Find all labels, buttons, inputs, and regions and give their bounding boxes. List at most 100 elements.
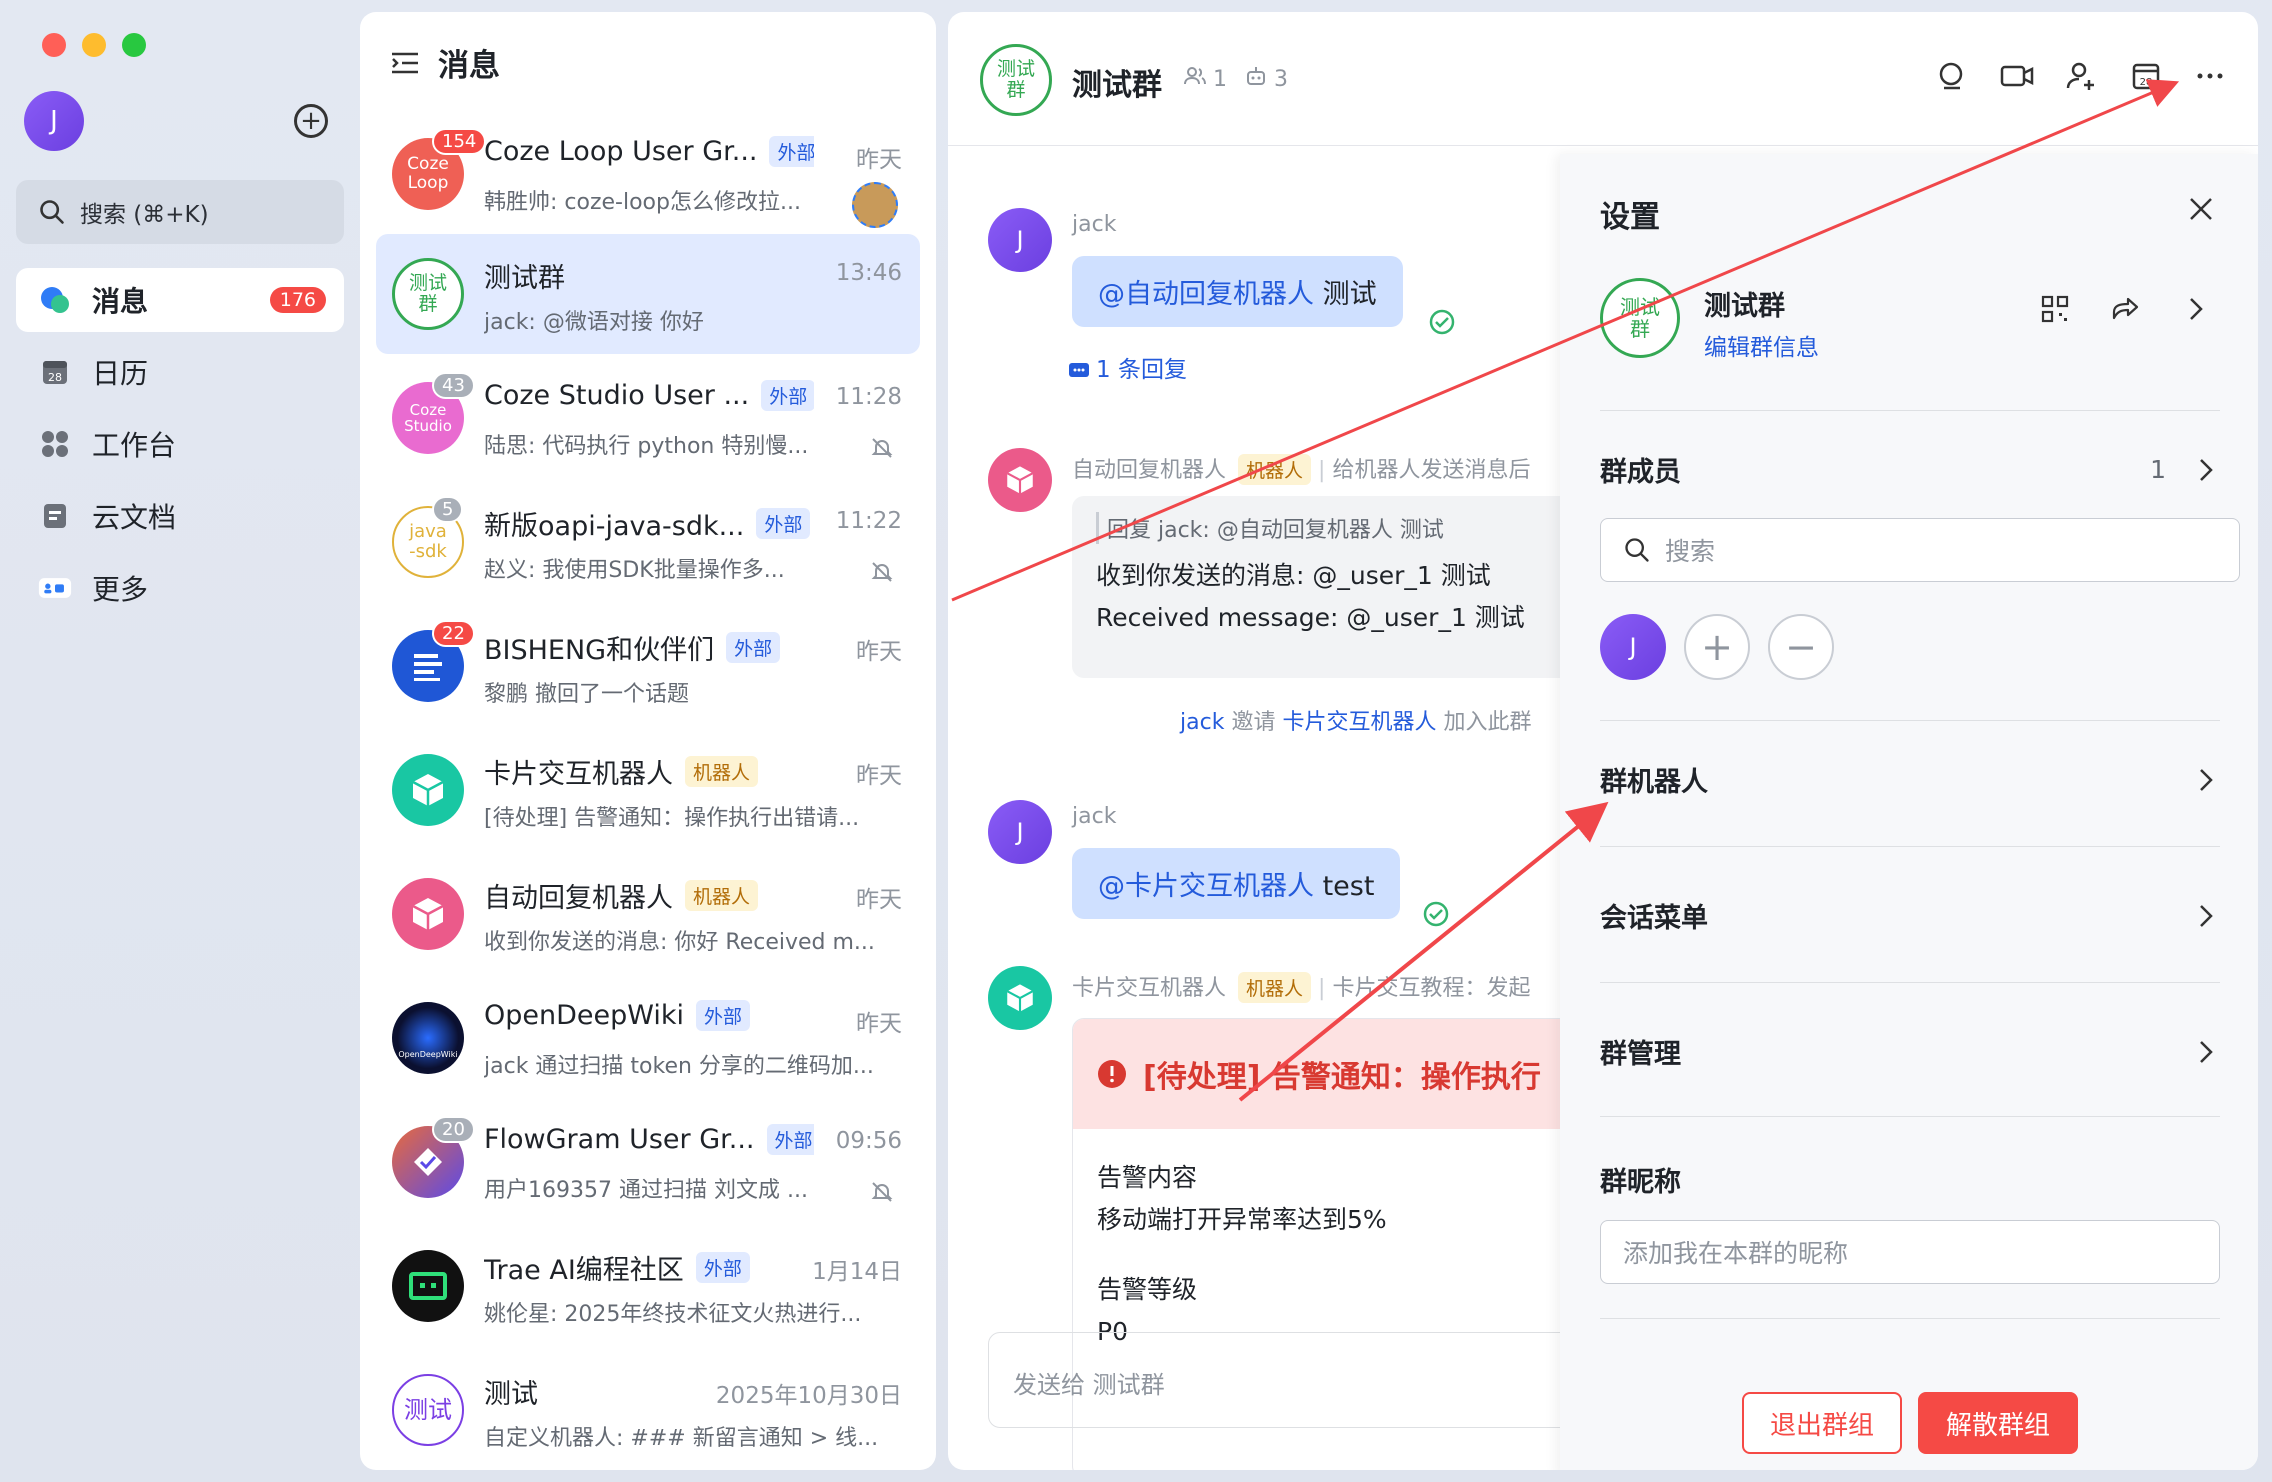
search-chat-icon[interactable] [1936, 60, 1968, 92]
conversation-preview: 姚伦星: 2025年终技术征文火热进行... [484, 1302, 862, 1327]
group-bots-row[interactable]: 群机器人 [1600, 760, 2220, 799]
group-nickname-input[interactable]: 添加我在本群的昵称 [1600, 1220, 2220, 1284]
share-icon[interactable] [2110, 294, 2140, 324]
nav-item-docs[interactable]: 云文档 [16, 484, 344, 548]
workspace-grid-icon [38, 427, 72, 461]
nav-label-calendar: 日历 [92, 357, 149, 390]
group-members-row[interactable]: 群成员 1 [1600, 450, 2220, 489]
thread-reply-link[interactable]: 1 条回复 [1068, 350, 1187, 384]
chat-menu-label: 会话菜单 [1600, 903, 1708, 934]
member-avatar[interactable]: J [1600, 614, 1666, 680]
message-sender-row: 自动回复机器人 机器人 | 给机器人发送消息后 [1072, 452, 1530, 485]
read-check-icon [1429, 309, 1455, 335]
chat-meta: 1 3 [1184, 66, 1288, 92]
chat-toolbar: 28 [1936, 60, 2226, 92]
conversation-item[interactable]: 测试 测试 2025年10月30日 自定义机器人: ### 新留言通知 > 线.… [376, 1350, 920, 1470]
conversation-preview: 赵义: 我使用SDK批量操作多... [484, 558, 785, 583]
bot-count[interactable]: 3 [1245, 66, 1288, 92]
chevron-right-icon [2200, 904, 2213, 927]
nav-label-workspace: 工作台 [92, 429, 177, 462]
conversation-time: 1月14日 [812, 1259, 902, 1285]
settings-group-avatar[interactable]: 测试群 [1600, 278, 1680, 358]
minimize-window-button[interactable] [82, 33, 106, 57]
group-manage-row[interactable]: 群管理 [1600, 1032, 2220, 1071]
sys-tail: 加入此群 [1443, 710, 1532, 735]
close-icon[interactable] [2186, 194, 2216, 224]
conversation-item[interactable]: java -sdk 5 新版oapi-java-sdk... 外部 11:22 赵义… [376, 482, 920, 602]
message-avatar[interactable] [988, 448, 1052, 512]
conversation-item[interactable]: Trae AI编程社区 外部 1月14日 姚伦星: 2025年终技术征文火热进行.… [376, 1226, 920, 1346]
conversation-preview: 陆思: 代码执行 python 特别慢... [484, 434, 809, 459]
mute-bell-icon [871, 562, 893, 582]
message-avatar[interactable]: J [988, 208, 1052, 272]
group-nickname-label: 群昵称 [1600, 1167, 1681, 1198]
message-avatar[interactable]: J [988, 800, 1052, 864]
chat-group-avatar[interactable]: 测试群 [980, 44, 1052, 116]
group-manage-label: 群管理 [1600, 1039, 1681, 1070]
conversation-item[interactable]: Coze Studio 43 Coze Studio User ... 外部 11:… [376, 358, 920, 478]
dissolve-group-button[interactable]: 解散群组 [1918, 1392, 2078, 1454]
conversation-item[interactable]: Coze Loop 154 Coze Loop User Gr... 外部 昨天 韩… [376, 114, 920, 234]
conversation-item[interactable]: 22 BISHENG和伙伴们 外部 昨天 黎鹏 撤回了一个话题 [376, 606, 920, 726]
plus-icon: + [300, 106, 322, 136]
edit-group-info-link[interactable]: 编辑群信息 [1704, 328, 1819, 362]
nav-item-messages[interactable]: 消息 176 [16, 268, 344, 332]
nav-item-more[interactable]: 更多 [16, 556, 344, 620]
message-input-placeholder: 发送给 测试群 [1013, 1371, 1165, 1399]
video-call-icon[interactable] [2000, 60, 2034, 92]
add-member-icon[interactable] [2066, 60, 2098, 92]
conversation-name: 自动回复机器人 机器人 [484, 876, 759, 915]
qr-code-icon[interactable] [2040, 294, 2070, 324]
bot-reply-card[interactable]: 回复 jack: @自动回复机器人 测试 收到你发送的消息: @_user_1 … [1072, 496, 1592, 678]
divider [1600, 410, 2220, 411]
more-options-icon[interactable] [2194, 60, 2226, 92]
bot-icon [1247, 67, 1265, 85]
conversation-preview: jack 通过扫描 token 分享的二维码加... [484, 1054, 874, 1079]
add-member-button[interactable]: + [1684, 614, 1750, 680]
member-search-placeholder: 搜索 [1665, 537, 1716, 566]
zoom-window-button[interactable] [122, 33, 146, 57]
conversation-name: 测试群 [484, 263, 565, 294]
conversation-preview: [待处理] 告警通知：操作执行出错请... [484, 806, 860, 831]
mention[interactable]: @自动回复机器人 [1098, 279, 1314, 310]
chat-menu-row[interactable]: 会话菜单 [1600, 896, 2220, 935]
conversation-item[interactable]: 20 FlowGram User Gr... 外部 09:56 用户169357 … [376, 1102, 920, 1222]
remove-member-button[interactable]: − [1768, 614, 1834, 680]
nav-item-calendar[interactable]: 28 日历 [16, 340, 344, 404]
global-search[interactable]: 搜索 (⌘+K) [16, 180, 344, 244]
read-check-icon [1423, 901, 1449, 927]
member-search-input[interactable]: 搜索 [1600, 518, 2240, 582]
sys-actor[interactable]: jack [1180, 710, 1224, 735]
unread-count: 154 [432, 128, 487, 155]
conversation-item[interactable]: OpenDeepWiki OpenDeepWiki 外部 昨天 jack 通过扫描… [376, 978, 920, 1098]
chevron-right-icon[interactable] [2180, 294, 2210, 324]
group-bots-label: 群机器人 [1600, 767, 1708, 798]
close-window-button[interactable] [42, 33, 66, 57]
calendar-event-icon[interactable]: 28 [2130, 60, 2162, 92]
message-bubble[interactable]: @卡片交互机器人 test [1072, 848, 1401, 919]
sys-target[interactable]: 卡片交互机器人 [1282, 710, 1436, 735]
external-tag: 外部 [761, 380, 814, 411]
message-avatar[interactable] [988, 966, 1052, 1030]
conversation-item[interactable]: 自动回复机器人 机器人 昨天 收到你发送的消息: 你好 Received m... [376, 854, 920, 974]
conversation-item[interactable]: 卡片交互机器人 机器人 昨天 [待处理] 告警通知：操作执行出错请... [376, 730, 920, 850]
user-avatar[interactable]: J [24, 91, 84, 151]
conversation-preview: 收到你发送的消息: 你好 Received m... [484, 930, 875, 955]
nav-item-workspace[interactable]: 工作台 [16, 412, 344, 476]
collapse-list-icon[interactable] [390, 50, 420, 76]
members-count: 1 [2150, 455, 2166, 484]
bot-tag: 机器人 [685, 880, 759, 911]
chat-title[interactable]: 测试群 [1072, 60, 1162, 104]
conversation-item-active[interactable]: 测试群 测试群 13:46 jack: @微语对接 你好 [376, 234, 920, 354]
member-count[interactable]: 1 [1184, 66, 1227, 92]
create-button[interactable]: + [294, 104, 328, 138]
mention[interactable]: @卡片交互机器人 [1098, 871, 1314, 902]
chevron-right-icon [2200, 1040, 2213, 1063]
conversation-name: OpenDeepWiki 外部 [484, 1000, 751, 1031]
member-avatar-letter: J [1629, 633, 1637, 661]
external-tag: 外部 [695, 1252, 750, 1283]
conversation-time: 昨天 [856, 1011, 902, 1037]
exit-group-button[interactable]: 退出群组 [1742, 1392, 1902, 1454]
message-sender: 自动回复机器人 [1072, 458, 1227, 483]
message-bubble[interactable]: @自动回复机器人 测试 [1072, 256, 1403, 327]
